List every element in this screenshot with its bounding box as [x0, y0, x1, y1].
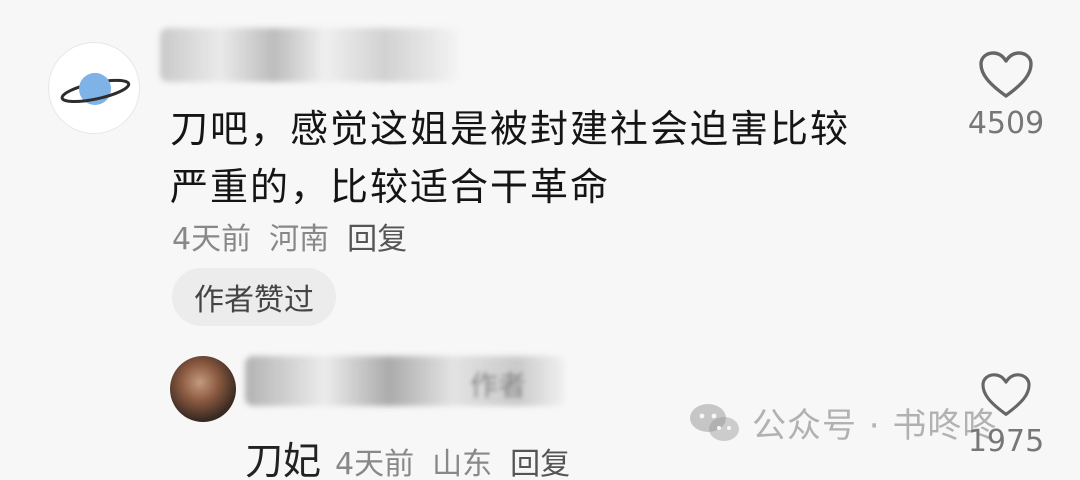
comment-location: 河南	[269, 222, 330, 257]
reply-text: 刀妃	[245, 439, 322, 480]
username-redacted[interactable]	[160, 28, 460, 82]
author-tag: 作者	[470, 369, 527, 402]
comment-meta: 4天前 河南 回复	[172, 214, 407, 258]
reply-line: 刀妃 4天前 山东 回复	[245, 430, 570, 480]
author-liked-badge: 作者赞过	[172, 268, 336, 326]
comment-text-line: 严重的，比较适合干革命	[170, 165, 611, 209]
avatar[interactable]	[48, 42, 140, 134]
watermark-text: 公众号 · 书咚咚	[752, 406, 998, 446]
like-count: 4509	[967, 106, 1045, 141]
reply-button[interactable]: 回复	[347, 214, 407, 258]
comment-text: 刀吧，感觉这姐是被封建社会迫害比较 严重的，比较适合干革命	[170, 100, 950, 216]
like-button[interactable]: 4509	[956, 50, 1056, 141]
reply-meta: 4天前 山东 回复	[335, 439, 570, 480]
reply-time: 4天前	[335, 447, 415, 480]
comment-time: 4天前	[172, 222, 252, 257]
reply-reply-button[interactable]: 回复	[510, 439, 570, 480]
heart-icon	[979, 51, 1033, 98]
reply-location: 山东	[432, 447, 493, 480]
wechat-icon	[690, 403, 739, 441]
planet-icon	[60, 73, 131, 105]
comment-text-line: 刀吧，感觉这姐是被封建社会迫害比较	[170, 107, 851, 151]
watermark: 公众号 · 书咚咚	[688, 398, 997, 447]
reply-avatar[interactable]	[170, 356, 236, 422]
comment-thread: 刀吧，感觉这姐是被封建社会迫害比较 严重的，比较适合干革命 4天前 河南 回复 …	[0, 0, 1080, 480]
